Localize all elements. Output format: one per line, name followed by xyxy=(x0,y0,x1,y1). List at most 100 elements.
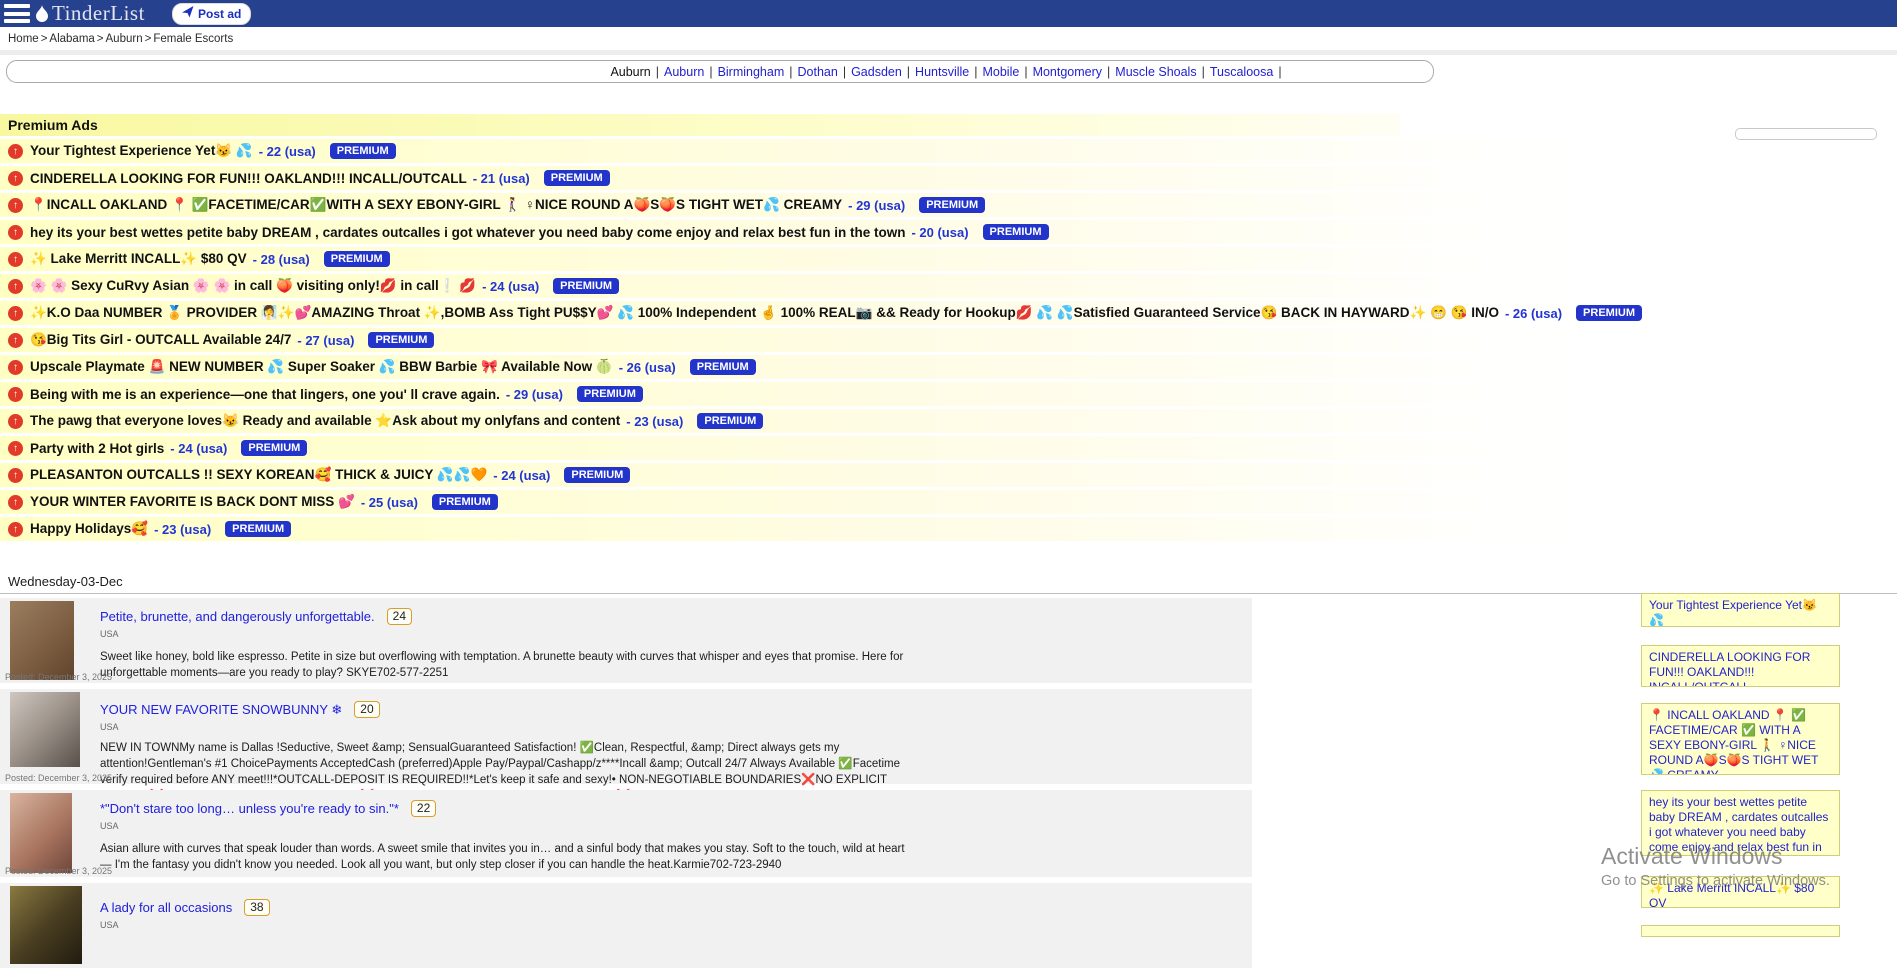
listing-photo[interactable] xyxy=(10,601,74,680)
premium-ad-row[interactable]: ↑✨ Lake Merritt INCALL✨ $80 QV- 28 (usa)… xyxy=(0,247,1568,271)
listing-photo[interactable] xyxy=(10,886,82,964)
premium-ad-age: - 22 (usa) xyxy=(259,144,316,159)
listing-title-link[interactable]: YOUR NEW FAVORITE SNOWBUNNY ❄ xyxy=(100,702,342,717)
listing-country: USA xyxy=(100,920,1232,930)
scrollbar-thumb[interactable] xyxy=(1735,128,1877,140)
city-current: Auburn xyxy=(610,65,650,79)
age-badge: 20 xyxy=(354,701,379,718)
premium-ad-link[interactable]: YOUR WINTER FAVORITE IS BACK DONT MISS 💕 xyxy=(30,494,355,510)
city-link[interactable]: Tuscaloosa xyxy=(1210,65,1273,79)
up-arrow-icon: ↑ xyxy=(8,414,23,429)
listing-title-link[interactable]: A lady for all occasions xyxy=(100,900,232,915)
activate-windows-text: Activate Windows xyxy=(1601,843,1783,870)
premium-ad-link[interactable]: ✨K.O Daa NUMBER 🏅 PROVIDER 🧖‍♀️✨💕AMAZING… xyxy=(30,305,1499,321)
up-arrow-icon: ↑ xyxy=(8,306,23,321)
premium-ad-age: - 20 (usa) xyxy=(911,225,968,240)
city-link[interactable]: Huntsville xyxy=(915,65,969,79)
premium-ad-link[interactable]: Your Tightest Experience Yet😼 💦 xyxy=(30,143,253,159)
premium-ad-link[interactable]: Being with me is an experience—one that … xyxy=(30,387,500,402)
up-arrow-icon: ↑ xyxy=(8,333,23,348)
city-link[interactable]: Auburn xyxy=(664,65,704,79)
city-link[interactable]: Birmingham xyxy=(718,65,785,79)
premium-badge: PREMIUM xyxy=(919,197,985,213)
premium-ad-age: - 21 (usa) xyxy=(473,171,530,186)
premium-ad-link[interactable]: 📍INCALL OAKLAND 📍 ✅FACETIME/CAR✅WITH A S… xyxy=(30,197,842,213)
breadcrumb: Home>Alabama>Auburn>Female Escorts xyxy=(8,33,233,45)
premium-ad-age: - 28 (usa) xyxy=(253,252,310,267)
premium-ad-link[interactable]: ✨ Lake Merritt INCALL✨ $80 QV xyxy=(30,251,247,267)
listing-row[interactable]: Petite, brunette, and dangerously unforg… xyxy=(0,598,1252,683)
sidebar-ad-box[interactable]: 📍 INCALL OAKLAND 📍 ✅ FACETIME/CAR ✅ WITH… xyxy=(1641,703,1840,775)
premium-ad-row[interactable]: ↑ Being with me is an experience—one that… xyxy=(0,382,1568,406)
premium-ad-row[interactable]: ↑CINDERELLA LOOKING FOR FUN!!! OAKLAND!!… xyxy=(0,166,1568,190)
date-header: Wednesday-03-Dec xyxy=(0,570,1897,594)
sidebar-ad-box[interactable] xyxy=(1641,925,1840,937)
premium-ad-link[interactable]: PLEASANTON OUTCALLS !! SEXY KOREAN🥰 THIC… xyxy=(30,467,487,483)
listing-country: USA xyxy=(100,821,1232,831)
premium-ad-age: - 23 (usa) xyxy=(626,414,683,429)
post-ad-button[interactable]: Post ad xyxy=(172,3,251,25)
age-badge: 22 xyxy=(411,800,436,817)
premium-ad-link[interactable]: Upscale Playmate 🚨 NEW NUMBER 💦 Super So… xyxy=(30,359,613,375)
listing-photo[interactable] xyxy=(10,692,80,767)
listing-photo[interactable] xyxy=(10,793,72,873)
premium-ad-link[interactable]: 🌸 🌸 Sexy CuRvy Asian 🌸 🌸 in call 🍑 visit… xyxy=(30,278,476,294)
listing-row[interactable]: *"Don't stare too long… unless you're re… xyxy=(0,790,1252,877)
premium-badge: PREMIUM xyxy=(577,386,643,402)
up-arrow-icon: ↑ xyxy=(8,495,23,510)
premium-ad-link[interactable]: hey its your best wettes petite baby DRE… xyxy=(30,225,905,240)
premium-badge: PREMIUM xyxy=(564,467,630,483)
premium-ad-row[interactable]: ↑Party with 2 Hot girls- 24 (usa)PREMIUM xyxy=(0,436,1568,460)
premium-ad-row[interactable]: ↑ YOUR WINTER FAVORITE IS BACK DONT MISS … xyxy=(0,490,1568,514)
premium-ad-row[interactable]: ↑🌸 🌸 Sexy CuRvy Asian 🌸 🌸 in call 🍑 visi… xyxy=(0,274,1568,298)
breadcrumb-state[interactable]: Alabama xyxy=(49,33,94,45)
premium-ads-list: ↑ Your Tightest Experience Yet😼 💦 - 22 (us… xyxy=(0,139,1568,544)
premium-ad-row[interactable]: ↑ 😘Big Tits Girl - OUTCALL Available 24/7… xyxy=(0,328,1568,352)
up-arrow-icon: ↑ xyxy=(8,387,23,402)
hamburger-menu-icon[interactable] xyxy=(4,4,30,23)
premium-ad-link[interactable]: 😘Big Tits Girl - OUTCALL Available 24/7 xyxy=(30,332,291,348)
city-link[interactable]: Dothan xyxy=(798,65,838,79)
premium-ad-row[interactable]: ↑ ✨K.O Daa NUMBER 🏅 PROVIDER 🧖‍♀️✨💕AMAZIN… xyxy=(0,301,1568,325)
paper-plane-icon xyxy=(182,5,194,23)
flame-icon xyxy=(34,5,50,23)
city-link[interactable]: Mobile xyxy=(982,65,1019,79)
listing-posted-date: Posted: December 3, 2025 xyxy=(5,672,112,682)
premium-ad-row[interactable]: ↑PLEASANTON OUTCALLS !! SEXY KOREAN🥰 THI… xyxy=(0,463,1568,487)
city-link[interactable]: Montgomery xyxy=(1033,65,1102,79)
listing-title-link[interactable]: Petite, brunette, and dangerously unforg… xyxy=(100,609,375,624)
city-link[interactable]: Gadsden xyxy=(851,65,902,79)
premium-ad-link[interactable]: Happy Holidays🥰 xyxy=(30,521,148,537)
premium-badge: PREMIUM xyxy=(241,440,307,456)
brand-logo[interactable]: TinderList xyxy=(34,0,145,27)
sidebar-ad-title: CINDERELLA LOOKING FOR FUN!!! OAKLAND!!!… xyxy=(1649,650,1832,687)
up-arrow-icon: ↑ xyxy=(8,360,23,375)
sidebar-ad-box[interactable]: CINDERELLA LOOKING FOR FUN!!! OAKLAND!!!… xyxy=(1641,645,1840,687)
premium-ad-row[interactable]: ↑hey its your best wettes petite baby DR… xyxy=(0,220,1568,244)
listing-row[interactable]: YOUR NEW FAVORITE SNOWBUNNY ❄20 USA NEW … xyxy=(0,689,1252,784)
premium-ad-age: - 25 (usa) xyxy=(361,495,418,510)
premium-ad-row[interactable]: ↑ Upscale Playmate 🚨 NEW NUMBER 💦 Super S… xyxy=(0,355,1568,379)
premium-ad-row[interactable]: ↑Your Tightest Experience Yet😼 💦- 22 (us… xyxy=(0,139,1568,163)
sidebar-ad-box[interactable]: Your Tightest Experience Yet😼 💦 ... xyxy=(1641,593,1840,627)
brand-name: TinderList xyxy=(52,0,145,27)
listing-row[interactable]: A lady for all occasions38 USA xyxy=(0,883,1252,968)
city-link[interactable]: Muscle Shoals xyxy=(1115,65,1196,79)
breadcrumb-city[interactable]: Auburn xyxy=(106,33,143,45)
premium-ad-age: - 26 (usa) xyxy=(619,360,676,375)
listing-posted-date: Posted: December 3, 2025 xyxy=(5,866,112,876)
premium-ad-row[interactable]: ↑Happy Holidays🥰- 23 (usa)PREMIUM xyxy=(0,517,1568,541)
listing-title-link[interactable]: *"Don't stare too long… unless you're re… xyxy=(100,801,399,816)
premium-ad-age: - 23 (usa) xyxy=(154,522,211,537)
listing-posted-date: Posted: December 3, 2025 xyxy=(5,773,112,783)
age-badge: 24 xyxy=(387,608,412,625)
premium-ad-link[interactable]: Party with 2 Hot girls xyxy=(30,441,164,456)
premium-ad-link[interactable]: CINDERELLA LOOKING FOR FUN!!! OAKLAND!!!… xyxy=(30,171,467,186)
breadcrumb-home[interactable]: Home xyxy=(8,33,39,45)
premium-ad-row[interactable]: ↑📍INCALL OAKLAND 📍 ✅FACETIME/CAR✅WITH A … xyxy=(0,193,1568,217)
premium-ad-link[interactable]: The pawg that everyone loves😼 Ready and … xyxy=(30,413,620,429)
divider-strip xyxy=(0,50,1897,55)
premium-ad-row[interactable]: ↑ The pawg that everyone loves😼 Ready and… xyxy=(0,409,1568,433)
listing-country: USA xyxy=(100,722,1232,732)
listing-description: Sweet like honey, bold like espresso. Pe… xyxy=(100,649,915,681)
